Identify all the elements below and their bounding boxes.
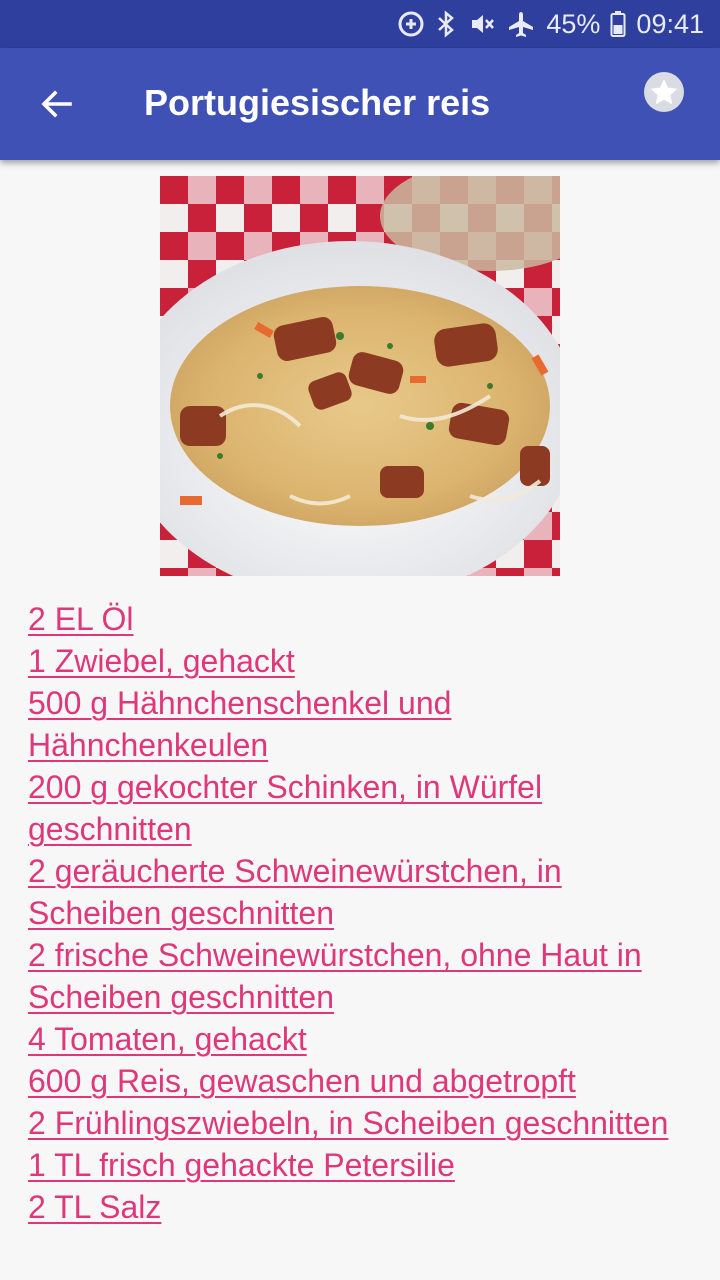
star-icon (644, 72, 684, 112)
ingredient-link[interactable]: 2 TL Salz (28, 1186, 698, 1228)
bluetooth-icon (436, 9, 456, 39)
battery-icon (610, 10, 626, 38)
status-bar: 45% 09:41 (0, 0, 720, 48)
favorite-button[interactable] (642, 70, 686, 114)
ingredient-link[interactable]: 2 EL Öl (28, 598, 698, 640)
recipe-photo (160, 176, 560, 576)
ingredient-link[interactable]: 1 TL frisch gehackte Petersilie (28, 1144, 698, 1186)
clock: 09:41 (636, 8, 704, 39)
arrow-back-icon (41, 90, 72, 118)
app-bar: Portugiesischer reis (0, 48, 720, 160)
data-saver-icon (396, 9, 426, 39)
ingredient-link[interactable]: 2 Frühlingszwiebeln, in Scheiben geschni… (28, 1102, 698, 1144)
ingredient-link[interactable]: 2 geräucherte Schweinewürstchen, in Sche… (28, 850, 698, 934)
ingredient-link[interactable]: 1 Zwiebel, gehackt (28, 640, 698, 682)
vibrate-mute-icon (466, 9, 496, 39)
airplane-icon (506, 9, 536, 39)
ingredient-link[interactable]: 500 g Hähnchenschenkel und Hähnchenkeule… (28, 682, 698, 766)
battery-percent: 45% (546, 8, 601, 39)
back-button[interactable] (28, 76, 84, 132)
ingredient-link[interactable]: 200 g gekochter Schinken, in Würfel gesc… (28, 766, 698, 850)
ingredient-link[interactable]: 600 g Reis, gewaschen und abgetropft (28, 1060, 698, 1102)
ingredient-link[interactable]: 4 Tomaten, gehackt (28, 1018, 698, 1060)
ingredient-link[interactable]: 2 frische Schweinewürstchen, ohne Haut i… (28, 934, 698, 1018)
page-title: Portugiesischer reis (144, 82, 491, 123)
ingredient-list: 2 EL Öl 1 Zwiebel, gehackt 500 g Hähnchens… (28, 598, 698, 1228)
